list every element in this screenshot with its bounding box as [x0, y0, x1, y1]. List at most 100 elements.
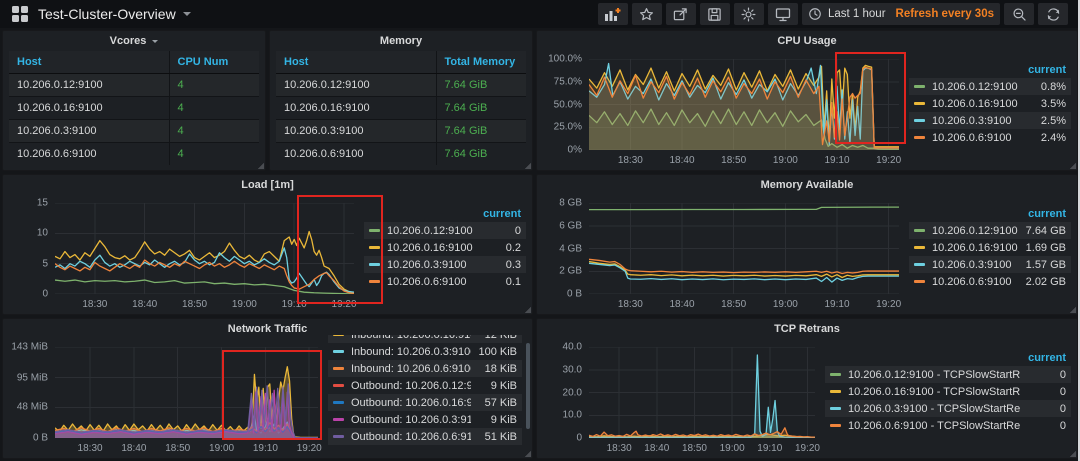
legend-item[interactable]: 10.206.0.3:91000.3 [364, 256, 526, 273]
panel-title-memory-available[interactable]: Memory Available [537, 175, 1077, 195]
cpu-plot-area: 0%25.0%50.0%75.0%100.0%18:3018:4018:5019… [589, 59, 899, 150]
table-row: 10.206.0.16:91007.64 GiB [276, 97, 526, 120]
series-name: 10.206.0.12:9100 [932, 81, 1020, 93]
panel-title-load[interactable]: Load [1m] [3, 175, 532, 195]
graph-canvas[interactable] [589, 203, 899, 294]
dashboard-grid: Vcores HostCPU Num10.206.0.12:9100410.20… [0, 28, 1080, 461]
legend-item[interactable]: 10.206.0.6:91002.02 GB [909, 273, 1071, 290]
column-header[interactable]: CPU Num [169, 51, 259, 74]
panel-resize-handle[interactable] [1068, 161, 1076, 169]
series-color-swatch-icon [333, 335, 344, 336]
panel-resize-handle[interactable] [1068, 449, 1076, 457]
legend-item[interactable]: 10.206.0.16:9100 - TCPSlowStartRetrans0 [825, 383, 1071, 400]
monitor-icon [775, 7, 791, 22]
graph-canvas[interactable] [55, 203, 354, 294]
table-row: 10.206.0.16:91004 [9, 97, 259, 120]
series-name: 10.206.0.12:9100 - TCPSlowStartRetrans [848, 369, 1020, 381]
panel-resize-handle[interactable] [1068, 305, 1076, 313]
legend-item[interactable]: 10.206.0.12:91000 [364, 222, 526, 239]
panel-title-cpu-usage[interactable]: CPU Usage [537, 31, 1077, 51]
x-axis-label: 19:00 [209, 443, 234, 454]
series-name: Inbound: 10.206.0.3:9100 [351, 346, 471, 358]
column-header[interactable]: Host [9, 51, 169, 74]
panel-title-vcores[interactable]: Vcores [3, 31, 265, 51]
legend-item[interactable]: 10.206.0.16:91003.5% [909, 95, 1071, 112]
add-panel-button[interactable] [598, 3, 628, 25]
series-color-swatch-icon [830, 424, 841, 427]
refresh-button[interactable] [1038, 3, 1068, 25]
series-color-swatch-icon [333, 435, 344, 438]
legend-item[interactable]: Inbound: 10.206.0.16:910012 KiB [328, 335, 522, 343]
legend-item[interactable]: 10.206.0.6:91000.1 [364, 273, 526, 290]
legend-header: current [909, 61, 1071, 78]
table-row: 10.206.0.12:91007.64 GiB [276, 74, 526, 97]
legend-item[interactable]: 10.206.0.6:91002.4% [909, 129, 1071, 146]
grafana-logo-icon[interactable] [12, 6, 28, 22]
x-axis-label: 19:20 [795, 443, 820, 454]
legend-item[interactable]: Outbound: 10.206.0.16:910057 KiB [328, 394, 522, 411]
legend-scrollbar[interactable] [526, 343, 530, 429]
legend-item[interactable]: 10.206.0.6:9100 - TCPSlowStartRetrans0 [825, 417, 1071, 434]
y-axis-label: 20.0 [563, 387, 582, 398]
panel-title-tcp-retrans[interactable]: TCP Retrans [537, 319, 1077, 339]
value-cell: 4 [169, 74, 259, 97]
panel-title-memory[interactable]: Memory [270, 31, 532, 51]
y-axis-label: 143 MiB [11, 342, 48, 353]
legend-item[interactable]: Inbound: 10.206.0.3:9100100 KiB [328, 343, 522, 360]
panel-resize-handle[interactable] [523, 161, 531, 169]
settings-button[interactable] [734, 3, 764, 25]
panel-title-text: Vcores [110, 35, 147, 47]
x-axis-label: 19:00 [773, 155, 798, 166]
share-button[interactable] [666, 3, 696, 25]
legend-item[interactable]: 10.206.0.12:91007.64 GB [909, 222, 1071, 239]
legend-item[interactable]: 10.206.0.12:9100 - TCPSlowStartRetrans0 [825, 366, 1071, 383]
x-axis-label: 19:10 [253, 443, 278, 454]
legend-item[interactable]: 10.206.0.12:91000.8% [909, 78, 1071, 95]
legend-item[interactable]: Outbound: 10.206.0.3:91009 KiB [328, 411, 522, 428]
value-cell: 7.64 GiB [436, 97, 526, 120]
panel-resize-handle[interactable] [256, 161, 264, 169]
panel-title-text: TCP Retrans [774, 323, 840, 335]
legend-item[interactable]: Outbound: 10.206.0.12:91009 KiB [328, 377, 522, 394]
legend-item[interactable]: 10.206.0.3:9100 - TCPSlowStartRetrans0 [825, 400, 1071, 417]
x-axis-label: 18:40 [669, 299, 694, 310]
y-axis-label: 25.0% [554, 122, 582, 133]
star-button[interactable] [632, 3, 662, 25]
x-axis-label: 18:40 [644, 443, 669, 454]
save-button[interactable] [700, 3, 730, 25]
legend-item[interactable]: 10.206.0.16:91000.2 [364, 239, 526, 256]
save-icon [707, 7, 722, 22]
series-current-value: 0 [1020, 403, 1066, 415]
table-row: 10.206.0.12:91004 [9, 74, 259, 97]
column-header[interactable]: Host [276, 51, 436, 74]
panel-resize-handle[interactable] [523, 449, 531, 457]
panel-resize-handle[interactable] [523, 305, 531, 313]
series-color-swatch-icon [333, 367, 344, 370]
series-current-value: 0 [475, 225, 521, 237]
legend-item[interactable]: 10.206.0.16:91001.69 GB [909, 239, 1071, 256]
column-header[interactable]: Total Memory [436, 51, 526, 74]
graph-canvas[interactable] [589, 347, 815, 438]
x-axis-label: 19:00 [232, 299, 257, 310]
x-axis-label: 18:40 [121, 443, 146, 454]
series-10.206.0.3:9100 - TCPSlowStartRetrans [589, 355, 815, 438]
graph-canvas[interactable] [55, 347, 318, 438]
legend-item[interactable]: 10.206.0.3:91002.5% [909, 112, 1071, 129]
series-color-swatch-icon [369, 246, 380, 249]
legend-item[interactable]: Inbound: 10.206.0.6:910018 KiB [328, 360, 522, 377]
chevron-down-icon [183, 12, 191, 16]
time-range-picker[interactable]: Last 1 hour Refresh every 30s [802, 3, 1000, 25]
series-current-value: 0.2 [475, 242, 521, 254]
refresh-icon [1046, 7, 1061, 22]
host-cell: 10.206.0.12:9100 [9, 74, 169, 97]
x-axis-label: 18:30 [607, 443, 632, 454]
cycle-view-button[interactable] [768, 3, 798, 25]
dashboard-title-dropdown[interactable]: Test-Cluster-Overview [38, 6, 191, 22]
legend-item[interactable]: 10.206.0.3:91001.57 GB [909, 256, 1071, 273]
panel-network-traffic: Network Traffic 0 B48 MiB95 MiB143 MiB18… [2, 318, 533, 459]
zoom-out-button[interactable] [1004, 3, 1034, 25]
legend-item[interactable]: Outbound: 10.206.0.6:910051 KiB [328, 428, 522, 445]
graph-canvas[interactable] [589, 59, 899, 150]
legend-header: current [364, 205, 526, 222]
value-cell: 7.64 GiB [436, 120, 526, 143]
